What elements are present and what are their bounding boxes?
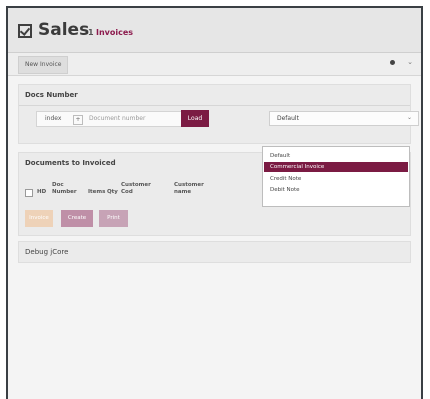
new-invoice-tab[interactable]: New Invoice xyxy=(18,56,69,74)
debug-panel[interactable]: Debug jCore xyxy=(18,241,411,263)
dropdown-option-debit-note[interactable]: Debit Note xyxy=(264,185,408,195)
document-type-dropdown: Default Commercial Invoice Credit Note D… xyxy=(262,146,410,207)
breadcrumb-invoices-link[interactable]: Invoices xyxy=(96,28,133,37)
column-qty: Qty xyxy=(107,189,118,195)
print-button[interactable]: Print xyxy=(99,210,128,227)
chevron-down-icon: ⌄ xyxy=(406,114,412,121)
create-button[interactable]: Create xyxy=(61,210,93,227)
document-number-placeholder[interactable]: Document number xyxy=(89,115,145,122)
dropdown-option-credit-note[interactable]: Credit Note xyxy=(264,174,408,184)
column-hd: HD xyxy=(37,189,47,195)
dropdown-option-default[interactable]: Default xyxy=(264,151,408,161)
invoice-button[interactable]: Invoice xyxy=(25,210,53,227)
select-value: Default xyxy=(277,115,299,122)
user-icon[interactable]: ⌄ xyxy=(407,58,413,66)
breadcrumb-number: 1 xyxy=(88,28,94,37)
app-header: Sales 1 Invoices xyxy=(8,8,421,53)
page-title: Sales xyxy=(38,20,90,40)
document-number-field[interactable]: index + Document number xyxy=(36,111,184,127)
column-doc-number: Doc Number xyxy=(52,182,77,195)
toolbar: New Invoice ⌄ xyxy=(8,53,421,76)
column-customer-cod: Customer Cod xyxy=(121,182,151,195)
load-button[interactable]: Load xyxy=(181,110,209,127)
app-window: Sales 1 Invoices New Invoice ⌄ Docs Numb… xyxy=(6,6,423,399)
docs-number-title: Docs Number xyxy=(25,91,78,99)
dropdown-option-commercial-invoice[interactable]: Commercial Invoice xyxy=(264,162,408,172)
divider xyxy=(19,105,410,106)
column-customer-name: Customer name xyxy=(174,182,204,195)
documents-to-invoiced-title: Documents to Invoiced xyxy=(25,159,116,167)
index-label: index xyxy=(45,115,62,122)
column-items: Items xyxy=(88,189,106,195)
docs-number-panel: Docs Number index + Document number Load… xyxy=(18,84,419,144)
select-all-checkbox[interactable] xyxy=(25,189,33,197)
gear-icon[interactable] xyxy=(390,60,395,65)
edit-check-icon xyxy=(18,24,32,38)
index-plus-button[interactable]: + xyxy=(73,115,83,125)
debug-panel-title: Debug jCore xyxy=(25,248,69,256)
document-type-select[interactable]: Default ⌄ xyxy=(269,111,419,126)
